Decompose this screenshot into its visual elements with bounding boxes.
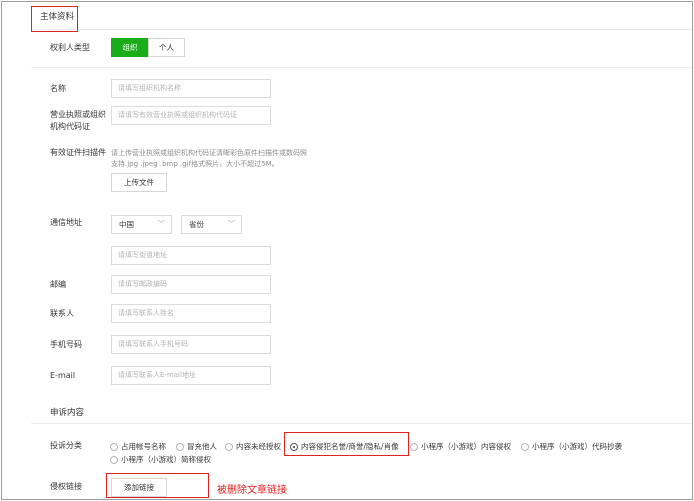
divider: [31, 423, 692, 424]
radio-circle: [225, 442, 233, 451]
scan-hint-line1: 请上传营业执照或组织机构代码证清晰彩色原件扫描件或数码照: [111, 149, 307, 157]
radio-option-unauthorized-content[interactable]: 内容未经授权: [225, 441, 281, 452]
annotation-box-add-link: [106, 473, 209, 498]
radio-circle: [410, 442, 418, 451]
infringing-link-label: 侵权链接: [50, 482, 82, 491]
annotation-text: 被删除文章链接: [217, 485, 287, 496]
screenshot-frame: [1, 1, 693, 500]
radio-option-miniprogram-shortname[interactable]: 小程序（小游戏）简称侵权: [110, 454, 211, 465]
province-select-value: 省份: [189, 220, 204, 229]
contact-input[interactable]: 请填写联系人姓名: [111, 304, 271, 323]
radio-option-impersonation[interactable]: 冒充他人: [176, 441, 217, 452]
name-label: 名称: [50, 84, 66, 93]
complaint-category-label: 投诉分类: [50, 441, 82, 450]
postcode-label: 邮编: [50, 280, 66, 289]
rights-holder-type-person-button[interactable]: 个人: [148, 38, 185, 57]
section-header-divider: [31, 29, 692, 30]
scan-hint-line2: 支持.jpg .jpeg .bmp .gif格式照片，大小不超过5M。: [111, 160, 279, 168]
address-label: 通信地址: [50, 218, 82, 227]
chevron-down-icon: ﹀: [158, 220, 165, 228]
chevron-down-icon: ﹀: [228, 220, 235, 228]
email-input[interactable]: 请填写联系人E-mail地址: [111, 366, 271, 385]
license-label-line2: 机构代码证: [50, 122, 90, 131]
annotation-box-selected-category: [284, 432, 409, 456]
radio-option-miniprogram-code[interactable]: 小程序（小游戏）代码抄袭: [521, 441, 622, 452]
contact-label: 联系人: [50, 309, 74, 318]
street-address-input[interactable]: 请填写街道地址: [111, 246, 271, 265]
scan-label: 有效证件扫描件: [50, 148, 106, 157]
radio-circle: [176, 442, 184, 451]
divider: [31, 67, 692, 68]
license-label-line1: 营业执照或组织: [50, 110, 106, 119]
radio-circle: [110, 455, 118, 464]
rights-holder-type-label: 权利人类型: [50, 43, 90, 52]
province-select[interactable]: 省份 ﹀: [181, 215, 242, 234]
complaint-section-title: 申诉内容: [50, 408, 85, 418]
annotation-box-section-title: [31, 6, 78, 32]
radio-circle: [521, 442, 529, 451]
phone-label: 手机号码: [50, 340, 82, 349]
country-select[interactable]: 中国 ﹀: [111, 215, 172, 234]
radio-circle: [110, 442, 118, 451]
email-label: E-mail: [50, 371, 76, 380]
name-input[interactable]: 请填写组织机构名称: [111, 79, 271, 98]
upload-file-button[interactable]: 上传文件: [111, 173, 167, 192]
radio-option-miniprogram-content[interactable]: 小程序（小游戏）内容侵权: [410, 441, 511, 452]
rights-holder-type-org-button[interactable]: 组织: [111, 38, 149, 57]
country-select-value: 中国: [119, 220, 134, 229]
radio-option-account-name[interactable]: 占用帐号名称: [110, 441, 166, 452]
phone-input[interactable]: 请填写联系人手机号码: [111, 335, 271, 354]
license-input[interactable]: 请填写有效营业执照或组织机构代码证: [111, 106, 271, 125]
postcode-input[interactable]: 请填写邮政编码: [111, 275, 271, 294]
